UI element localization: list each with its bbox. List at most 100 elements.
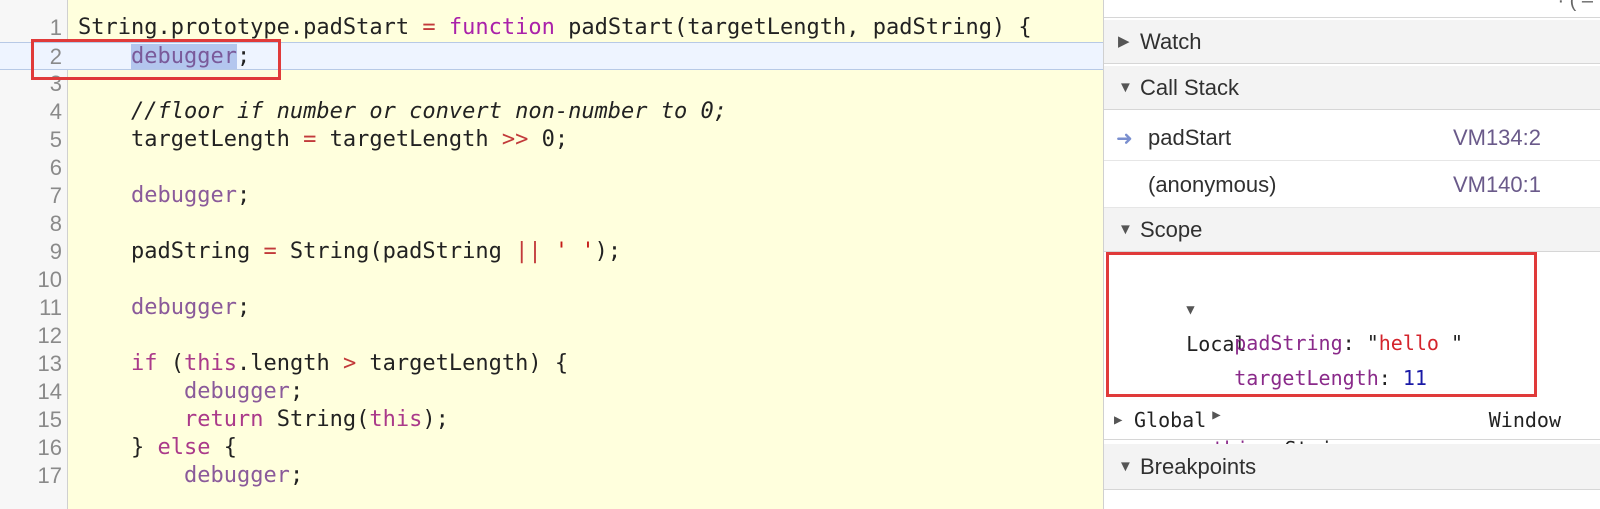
code-token: String( — [263, 407, 370, 432]
call-frame-row[interactable]: ➜ padStart VM134:2 — [1104, 115, 1600, 161]
code-line[interactable]: 14 debugger; — [0, 378, 1103, 406]
line-number[interactable]: 10 — [0, 266, 62, 294]
line-number[interactable]: 14 — [0, 378, 62, 406]
code-token: ( — [157, 351, 184, 376]
breakpoints-section-header[interactable]: ▼ Breakpoints — [1104, 444, 1600, 490]
line-number[interactable]: 7 — [0, 182, 62, 210]
current-code-line[interactable]: 2 debugger; — [0, 42, 1103, 70]
scope-label: Scope — [1140, 217, 1203, 242]
code-token: padString — [78, 239, 264, 264]
line-number[interactable]: 6 — [0, 154, 62, 182]
code-line[interactable]: 1 String.prototype.padStart = function pa… — [0, 14, 1103, 42]
call-stack-label: Call Stack — [1140, 75, 1240, 100]
code-line[interactable]: 15 return String(this); — [0, 406, 1103, 434]
code-line[interactable]: 6 — [0, 154, 1103, 182]
code-token: return — [183, 407, 264, 432]
variable-pad-string[interactable]: padString: "hello " — [1162, 292, 1463, 355]
code-line[interactable]: 13 if (this.length > targetLength) { — [0, 350, 1103, 378]
frame-location-link[interactable]: VM140:1 — [1453, 162, 1541, 208]
variable-this[interactable]: ▶ this: String — [1140, 361, 1357, 461]
global-scope-row[interactable]: ▶ Global Window — [1104, 400, 1600, 440]
code-token: = — [422, 15, 436, 40]
code-token: debugger — [130, 183, 237, 208]
code-text: padString = String(padString || ' '); — [78, 238, 621, 266]
watch-section-header[interactable]: ▶ Watch — [1104, 20, 1600, 64]
line-number[interactable]: 13 — [0, 350, 62, 378]
code-token: this — [183, 351, 237, 376]
code-token: debugger — [130, 295, 237, 320]
collapse-triangle-icon[interactable]: ▼ — [1118, 66, 1133, 110]
code-line[interactable]: 17 debugger; — [0, 462, 1103, 490]
code-line[interactable]: 11 debugger; — [0, 294, 1103, 322]
code-line[interactable]: 10 — [0, 266, 1103, 294]
code-text: return String(this); — [78, 406, 449, 434]
toolbar-clip-text: · ( – — [1557, 0, 1593, 12]
debugger-sidebar: · ( – ▶ Watch ▼ Call Stack ➜ padStart VM… — [1103, 0, 1600, 509]
code-token: String.prototype.padStart — [78, 15, 423, 40]
code-token: { — [210, 435, 237, 460]
code-line[interactable]: 7 debugger; — [0, 182, 1103, 210]
code-token: > — [342, 351, 357, 376]
line-number[interactable]: 5 — [0, 126, 62, 154]
code-text: if (this.length > targetLength) { — [78, 350, 568, 378]
code-token: || — [515, 239, 542, 264]
code-line[interactable]: 3 — [0, 70, 1103, 98]
code-line[interactable]: 9 padString = String(padString || ' '); — [0, 238, 1103, 266]
scope-section-header[interactable]: ▼ Scope — [1104, 208, 1600, 252]
code-line[interactable]: 12 — [0, 322, 1103, 350]
line-number[interactable]: 11 — [0, 294, 62, 322]
line-number[interactable]: 15 — [0, 406, 62, 434]
line-number[interactable]: 17 — [0, 462, 62, 490]
variable-value: 11 — [1402, 366, 1427, 390]
local-scope-header[interactable]: ▼ Local — [1114, 256, 1246, 356]
code-line[interactable]: 4 //floor if number or convert non-numbe… — [0, 98, 1103, 126]
variable-target-length[interactable]: targetLength: 11 — [1162, 327, 1427, 390]
code-text: } else { — [78, 434, 237, 462]
breakpoints-label: Breakpoints — [1140, 454, 1257, 479]
code-token: //floor if number or convert non-number … — [78, 99, 728, 124]
line-number[interactable]: 9 — [0, 238, 62, 266]
line-number[interactable]: 8 — [0, 210, 62, 238]
collapse-triangle-icon[interactable]: ▼ — [1118, 208, 1133, 252]
scope-variables: ▼ Local padString: "hello " targetLength… — [1104, 250, 1600, 461]
source-editor[interactable]: 1 String.prototype.padStart = function pa… — [0, 0, 1103, 509]
expand-triangle-icon[interactable]: ▶ — [1114, 400, 1122, 440]
collapse-triangle-icon[interactable]: ▼ — [1118, 444, 1133, 490]
code-line[interactable]: 8 — [0, 210, 1103, 238]
line-number[interactable]: 3 — [0, 70, 62, 98]
call-frame-row[interactable]: (anonymous) VM140:1 — [1104, 162, 1600, 208]
code-text: debugger; — [78, 43, 250, 71]
line-number[interactable]: 4 — [0, 98, 62, 126]
code-token: ; — [236, 44, 251, 69]
line-number[interactable]: 1 — [0, 14, 62, 42]
frame-location-link[interactable]: VM134:2 — [1453, 115, 1541, 161]
code-token: 0; — [528, 127, 569, 152]
expand-triangle-icon[interactable]: ▶ — [1118, 20, 1130, 64]
code-text: debugger; — [78, 294, 250, 322]
code-token: debugger — [183, 379, 290, 404]
code-line[interactable]: 16 } else { — [0, 434, 1103, 462]
line-number[interactable]: 2 — [0, 43, 62, 71]
code-token: targetLength) { — [356, 351, 569, 376]
code-token: if — [130, 351, 158, 376]
sidebar-top-toolbar: · ( – — [1104, 0, 1600, 18]
code-token: >> — [501, 127, 529, 152]
code-token: function — [448, 15, 555, 40]
code-line[interactable]: 5 targetLength = targetLength >> 0; — [0, 126, 1103, 154]
line-number[interactable]: 16 — [0, 434, 62, 462]
code-token: = — [263, 239, 277, 264]
code-token: String(padString — [276, 239, 516, 264]
call-stack-section-header[interactable]: ▼ Call Stack — [1104, 66, 1600, 110]
code-token: ); — [422, 407, 449, 432]
frame-function-name: padStart — [1148, 125, 1232, 150]
line-number[interactable]: 12 — [0, 322, 62, 350]
code-text: targetLength = targetLength >> 0; — [78, 126, 568, 154]
code-token: ' ' — [554, 239, 595, 264]
